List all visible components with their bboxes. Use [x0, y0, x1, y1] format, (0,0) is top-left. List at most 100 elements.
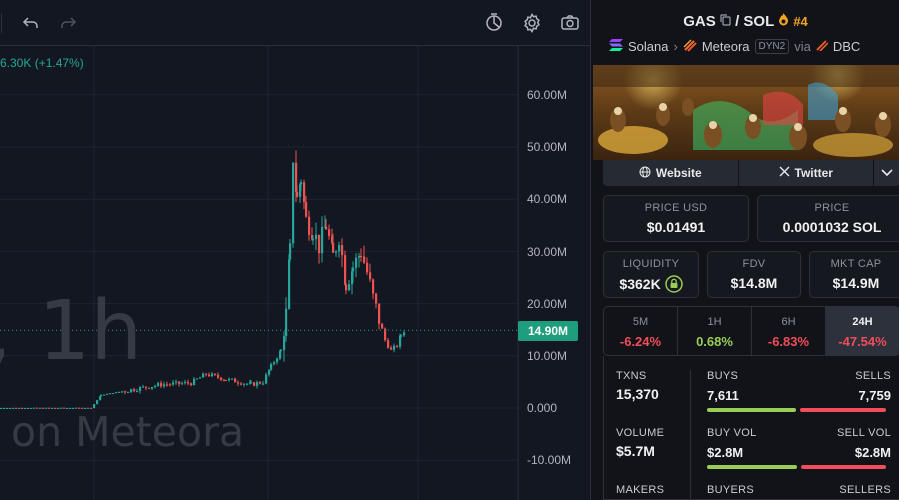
candle-body [166, 384, 169, 386]
chain-name[interactable]: Solana [628, 39, 668, 54]
candle-body [199, 377, 202, 379]
settings-icon[interactable] [520, 11, 544, 35]
camera-icon[interactable] [558, 11, 582, 35]
candle-body [234, 378, 237, 383]
tab-24h-label: 24H [852, 316, 873, 328]
candle-body [321, 226, 324, 254]
candle-body [344, 255, 347, 285]
price-usd-box: PRICE USD $0.01491 [603, 195, 749, 242]
candle-body [296, 191, 299, 197]
sells-value: 7,759 [858, 388, 891, 403]
exchange-watermark: ) on Meteora [0, 408, 245, 456]
copy-icon[interactable] [720, 13, 731, 30]
price-change-readout: 6.30K (+1.47%) [0, 56, 84, 70]
tab-24h-change: -47.54% [838, 334, 887, 349]
candle-body [148, 387, 151, 389]
candle-body [288, 259, 291, 309]
indicator-icon[interactable] [482, 11, 506, 35]
y-tick-label: -10.00M [527, 453, 572, 468]
candle-body [390, 347, 393, 350]
candle-body [358, 256, 361, 258]
website-label: Website [655, 166, 702, 180]
candle-body [160, 383, 163, 387]
tab-6h[interactable]: 6H -6.83% [752, 307, 826, 355]
y-tick-label: 60.00M [527, 88, 568, 102]
candle-body [175, 381, 178, 383]
candle-body [139, 387, 142, 391]
candle-body [285, 308, 288, 337]
pair-slash: / [735, 13, 740, 30]
flame-icon [778, 13, 789, 30]
candle-body [136, 390, 139, 392]
candle-body [341, 244, 344, 256]
candle-body [112, 393, 115, 395]
candle-body [276, 358, 279, 363]
candle-body [375, 293, 378, 304]
candle-body [273, 362, 276, 365]
candle-body [315, 234, 318, 240]
more-links-button[interactable] [874, 160, 899, 186]
via-name[interactable]: DBC [833, 39, 860, 54]
candle-body [360, 256, 363, 258]
market-cap-label: MKT CAP [830, 258, 882, 270]
candle-body [303, 182, 306, 202]
dbc-icon [816, 39, 829, 54]
candle-body [96, 400, 99, 405]
website-button[interactable]: Website [603, 160, 739, 186]
buys-label: BUYS [707, 370, 739, 382]
y-tick-label: 50.00M [527, 140, 568, 155]
price-sol-box: PRICE 0.0001032 SOL [757, 195, 899, 242]
chart-pane[interactable]: 6.30K (+1.47%) , 1h ) on Meteora 60.00M 5… [0, 0, 590, 500]
candle-body [109, 393, 112, 395]
tab-1h-change: 0.68% [696, 334, 733, 349]
candle-body [332, 242, 335, 253]
candle-body [100, 394, 103, 397]
buys-ratio-bar [707, 408, 796, 412]
candle-body [280, 350, 283, 352]
x-logo-icon [779, 166, 790, 180]
trending-rank[interactable]: #4 [793, 14, 807, 29]
candle-body [325, 226, 328, 230]
chart-toolbar [0, 0, 590, 46]
candle-body [130, 389, 133, 392]
market-cap-value: $14.9M [832, 275, 880, 291]
candle-body [184, 382, 187, 384]
buy-vol-value: $2.8M [707, 445, 744, 460]
candle-body [118, 391, 121, 393]
candle-body [318, 234, 321, 254]
candle-body [279, 351, 282, 359]
tab-5m-change: -6.24% [619, 334, 662, 349]
candle-body [253, 382, 256, 386]
candle-body [372, 279, 375, 294]
candle-body [217, 374, 220, 378]
candle-body [381, 323, 384, 329]
candle-body [205, 373, 208, 375]
tab-1h[interactable]: 1H 0.68% [678, 307, 752, 355]
candle-body [193, 378, 196, 386]
lock-icon[interactable] [664, 275, 683, 293]
buyers-label: BUYERS [707, 484, 755, 496]
globe-icon [639, 166, 651, 181]
candle-body [338, 244, 341, 252]
candle-body [169, 384, 172, 386]
current-price-tag: 14.90M [518, 321, 578, 341]
candle-body [124, 391, 127, 393]
price-usd-label: PRICE USD [644, 202, 708, 214]
tab-5m-label: 5M [632, 316, 649, 328]
redo-icon[interactable] [56, 11, 80, 35]
interval-watermark: , 1h [0, 284, 143, 379]
undo-icon[interactable] [19, 11, 43, 35]
candle-body [133, 389, 136, 392]
tab-24h[interactable]: 24H -47.54% [826, 307, 899, 355]
dex-name[interactable]: Meteora [702, 39, 750, 54]
tab-6h-change: -6.83% [767, 334, 810, 349]
tab-5m[interactable]: 5M -6.24% [604, 307, 678, 355]
makers-label: MAKERS [616, 484, 665, 496]
candle-body [246, 383, 249, 385]
tab-1h-label: 1H [707, 316, 722, 328]
toolbar-divider-icon [0, 11, 14, 35]
twitter-button[interactable]: Twitter [739, 160, 874, 186]
candle-body [387, 340, 390, 348]
buy-vol-ratio-bar [707, 465, 797, 469]
candle-body [300, 182, 303, 185]
